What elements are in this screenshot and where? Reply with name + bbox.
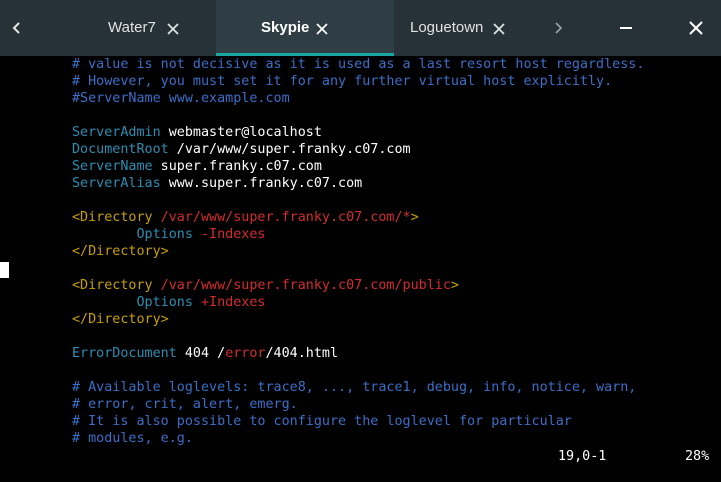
tab-label: Water7	[108, 19, 156, 36]
close-icon[interactable]	[315, 22, 329, 36]
cursor-position: 19,0-1	[558, 449, 607, 464]
editor-line: #ServerName www.example.com	[72, 90, 290, 107]
editor-line: ServerAdmin webmaster@localhost	[72, 124, 322, 141]
code-token: ServerAlias	[72, 176, 161, 191]
editor-line: <Directory /var/www/super.franky.c07.com…	[72, 209, 419, 226]
code-token: /var/www/super.franky.c07.com	[168, 142, 411, 157]
editor-line: <Directory /var/www/super.franky.c07.com…	[72, 277, 459, 294]
editor-line: </Directory>	[72, 243, 169, 260]
editor-line: </Directory>	[72, 311, 169, 328]
editor-line: Options +Indexes	[72, 294, 266, 311]
code-token: DocumentRoot	[72, 142, 169, 157]
code-token: super.franky.c07.com	[152, 159, 322, 174]
code-token: </Directory>	[72, 244, 169, 259]
code-token: # However, you must set it for any furth…	[72, 74, 613, 89]
tab-scroll-forward-button[interactable]	[541, 0, 575, 56]
editor-line: # However, you must set it for any furth…	[72, 73, 612, 90]
code-token: #ServerName www.example.com	[72, 91, 290, 106]
scroll-percent: 28%	[685, 449, 710, 464]
code-token: /404.html	[265, 346, 339, 361]
close-icon	[689, 21, 703, 35]
code-token: # error, crit, alert, emerg.	[72, 397, 298, 412]
minimize-button[interactable]	[601, 0, 651, 56]
editor-line: # value is not decisive as it is used as…	[72, 56, 644, 73]
close-icon[interactable]	[166, 22, 180, 36]
code-token: <Directory	[72, 278, 153, 293]
terminal-editor[interactable]: 19,0-1 28% # value is not decisive as it…	[0, 56, 721, 482]
editor-line: # Available loglevels: trace8, ..., trac…	[72, 379, 636, 396]
code-token: Options	[72, 227, 193, 242]
editor-line: # It is also possible to configure the l…	[72, 413, 572, 430]
editor-line: ServerAlias www.super.franky.c07.com	[72, 175, 362, 192]
tab-label: Loguetown	[410, 19, 484, 36]
tab-label: Skypie	[261, 19, 310, 36]
editor-line: DocumentRoot /var/www/super.franky.c07.c…	[72, 141, 411, 158]
code-token: +Indexes	[192, 295, 266, 310]
code-token: 404 /	[176, 346, 226, 361]
text-cursor	[0, 262, 9, 278]
editor-line: ErrorDocument 404 /error/404.html	[72, 345, 338, 362]
code-token: /var/www/super.franky.c07.com/public	[152, 278, 451, 293]
tab-strip: Water7 Skypie Loguetown	[34, 0, 574, 56]
code-token: ErrorDocument	[72, 346, 177, 361]
titlebar: Water7 Skypie Loguetown	[0, 0, 721, 56]
editor-line: ServerName super.franky.c07.com	[72, 158, 322, 175]
close-icon[interactable]	[492, 22, 506, 36]
tab-scroll-back-button[interactable]	[0, 0, 34, 56]
code-token: Options	[72, 295, 193, 310]
code-token: error	[225, 346, 266, 361]
code-token: -Indexes	[192, 227, 266, 242]
code-token: # It is also possible to configure the l…	[72, 414, 572, 429]
editor-line: # modules, e.g.	[72, 430, 193, 447]
chevron-left-icon	[12, 22, 20, 34]
minimize-icon	[620, 27, 632, 29]
tab-water7[interactable]: Water7	[34, 0, 216, 56]
editor-line: Options -Indexes	[72, 226, 266, 243]
code-token: ServerName	[72, 159, 153, 174]
chevron-right-icon	[555, 22, 563, 34]
code-token: <Directory	[72, 210, 153, 225]
editor-line: # error, crit, alert, emerg.	[72, 396, 298, 413]
tab-skypie[interactable]: Skypie	[216, 0, 394, 56]
code-token: ServerAdmin	[72, 125, 161, 140]
code-token: webmaster@localhost	[160, 125, 322, 140]
code-token: www.super.franky.c07.com	[160, 176, 363, 191]
close-window-button[interactable]	[671, 0, 721, 56]
code-token: # modules, e.g.	[72, 431, 193, 446]
code-token: >	[410, 210, 419, 225]
code-token: # Available loglevels: trace8, ..., trac…	[72, 380, 637, 395]
code-token: /var/www/super.franky.c07.com/*	[152, 210, 411, 225]
code-token: >	[450, 278, 459, 293]
code-token: # value is not decisive as it is used as…	[72, 57, 645, 72]
code-token: </Directory>	[72, 312, 169, 327]
